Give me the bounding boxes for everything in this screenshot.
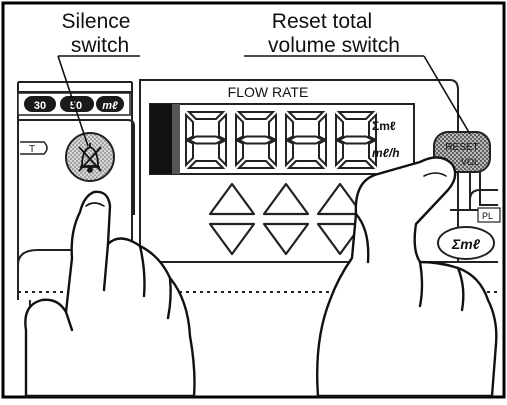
reset-switch-label: RESET: [445, 142, 478, 153]
silence-callout-line2: switch: [71, 34, 129, 57]
reset-callout-line2: volume switch: [268, 34, 400, 57]
silence-callout-line1: Silence: [62, 10, 131, 33]
adjust-keys: [208, 182, 364, 256]
volume-chip-30-label: 30: [34, 100, 46, 112]
sigma-ml-button[interactable]: Σmℓ: [437, 226, 495, 260]
volume-chip-ml-label: mℓ: [102, 100, 118, 112]
volume-chip-50[interactable]: 50: [60, 96, 94, 112]
up-arrow-key-1[interactable]: [208, 182, 256, 216]
pl-label: PL: [482, 211, 493, 221]
left-key-label: T: [29, 144, 35, 155]
left-pointing-hand-icon: [24, 190, 196, 398]
up-arrow-key-2[interactable]: [262, 182, 310, 216]
volume-chip-30[interactable]: 30: [24, 96, 56, 112]
pump-panel-illustration: 30 50 mℓ T FLOW RATE Σmℓ mℓ/h RESET VOL …: [0, 0, 507, 400]
flow-rate-label: FLOW RATE: [228, 84, 309, 100]
reset-switch-sublabel: VOL: [461, 157, 479, 167]
volume-chip-ml[interactable]: mℓ: [96, 96, 124, 112]
pl-indicator: PL: [469, 172, 501, 223]
silence-switch[interactable]: [65, 132, 115, 182]
flow-rate-display: Σmℓ mℓ/h: [149, 103, 415, 175]
silence-switch-callout: Silence switch: [57, 10, 140, 147]
left-key[interactable]: T: [20, 141, 48, 155]
sigma-ml-label: Σmℓ: [451, 236, 481, 252]
down-arrow-key-2[interactable]: [262, 222, 310, 256]
unit-rate-label: mℓ/h: [372, 146, 400, 160]
reset-callout-line1: Reset total: [272, 10, 372, 33]
down-arrow-key-1[interactable]: [208, 222, 256, 256]
unit-total-label: Σmℓ: [372, 119, 396, 133]
